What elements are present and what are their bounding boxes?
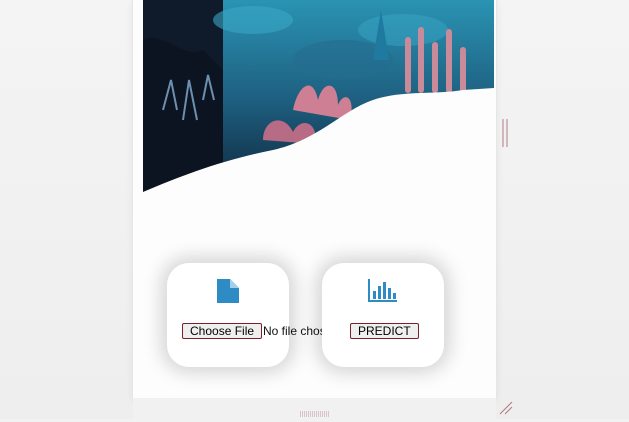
hero-image <box>143 0 494 200</box>
bar-chart-icon <box>368 278 398 307</box>
predict-button[interactable]: PREDICT <box>350 323 419 339</box>
main-container: Choose File No file chosen PREDICT <box>133 0 496 398</box>
document-icon <box>216 278 240 309</box>
resize-grip[interactable] <box>300 404 330 417</box>
corner-resize-icon[interactable] <box>498 400 514 416</box>
predict-card: PREDICT <box>322 263 444 367</box>
choose-file-button[interactable]: Choose File <box>182 323 263 339</box>
upload-card: Choose File No file chosen <box>167 263 339 367</box>
scroll-handle[interactable] <box>502 119 508 147</box>
